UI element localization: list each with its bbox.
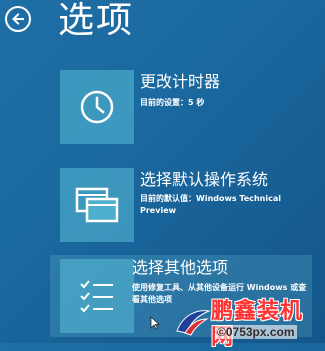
option-description: 目前的默认值：Windows Technical Preview (140, 194, 281, 215)
header-bar: 选项 (0, 0, 325, 60)
clock-icon (80, 90, 114, 124)
back-button[interactable] (5, 6, 31, 32)
watermark-logo-icon (176, 310, 211, 336)
option-description: 目前的设置：5 秒 (140, 98, 205, 107)
option-default-os[interactable]: 选择默认操作系统 目前的默认值：Windows Technical Previe… (60, 168, 315, 244)
watermark-url: ©0753px.com (215, 325, 297, 339)
option-tile[interactable] (60, 70, 134, 144)
watermark: 鹏鑫装机网 ©0753px.com (175, 299, 323, 350)
option-title: 更改计时器 (140, 72, 221, 91)
option-tile[interactable] (60, 168, 134, 242)
page-title: 选项 (58, 0, 135, 41)
windows-stack-icon (75, 187, 119, 223)
option-change-timer[interactable]: 更改计时器 目前的设置：5 秒 (60, 70, 310, 146)
option-title: 选择默认操作系统 (140, 170, 269, 189)
checklist-icon (80, 280, 113, 313)
option-tile[interactable] (60, 259, 134, 333)
mouse-cursor-icon (150, 316, 160, 330)
back-arrow-icon (12, 13, 24, 25)
option-title: 选择其他选项 (132, 258, 229, 277)
